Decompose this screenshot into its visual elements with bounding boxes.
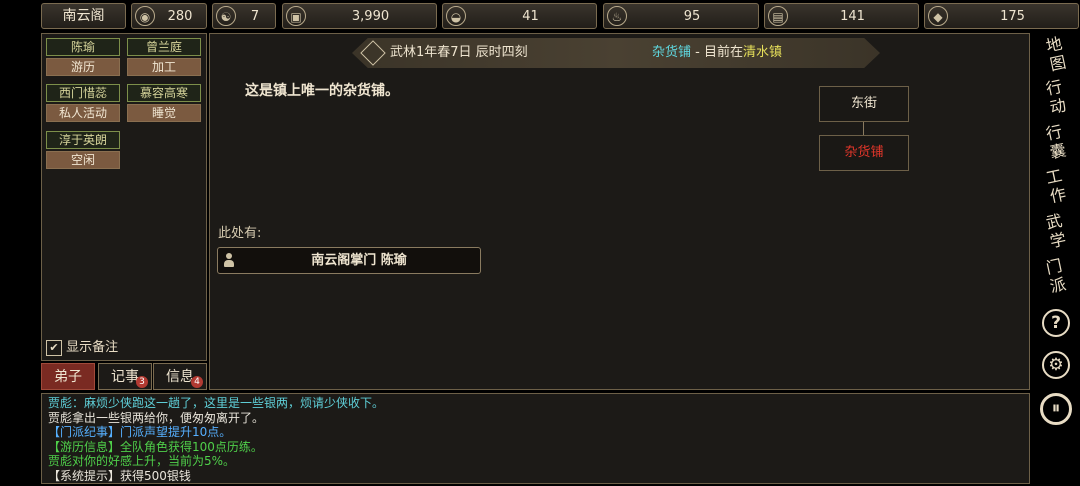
disciple-activity: 睡觉 [127, 104, 201, 122]
disciple-name: 陈瑜 [46, 38, 120, 56]
log-line: 贾彪拿出一些银两给你，便匆匆离开了。 [48, 410, 265, 425]
town-name: 清水镇 [743, 45, 783, 60]
map-node-east-street[interactable]: 东街 [819, 86, 909, 122]
location-name: 杂货铺 [652, 45, 692, 60]
stat-value: 7 [250, 9, 260, 24]
sidebar-bag[interactable]: 行囊 [1037, 122, 1075, 162]
checkbox-icon: ✔ [46, 340, 62, 356]
yin-yang-icon: ☯ [216, 6, 236, 26]
person-icon [223, 253, 235, 268]
map-node-current[interactable]: 杂货铺 [819, 135, 909, 171]
disciple-card[interactable]: 陈瑜 游历 [46, 38, 120, 78]
work-icon: 工作 [1044, 165, 1068, 207]
log-line: 贾彪对你的好感上升，当前为5%。 [48, 454, 236, 468]
stat-silver[interactable]: ◉ 280 [131, 3, 207, 29]
tab-records[interactable]: 记事 3 [98, 363, 152, 390]
stat-reputation[interactable]: ☯ 7 [212, 3, 276, 29]
copper-coin-icon: ▣ [286, 6, 306, 26]
sidebar-action[interactable]: 行动 [1037, 77, 1075, 117]
present-label: 此处有: [218, 226, 262, 241]
map-connector [863, 122, 864, 135]
stat-value: 3,990 [351, 9, 390, 24]
sidebar-help[interactable]: ? [1037, 304, 1075, 342]
location-header: 杂货铺 - 目前在清水镇 [652, 44, 782, 62]
location-description: 这是镇上唯一的杂货铺。 [245, 83, 399, 99]
log-line: 贾彪：麻烦少侠跑这一趟了，这里是一些银两，烦请少侠收下。 [48, 396, 385, 410]
tab-disciples[interactable]: 弟子 [41, 363, 95, 390]
disciple-activity: 加工 [127, 58, 201, 76]
ore-icon: ◆ [928, 6, 948, 26]
disciple-card[interactable]: 曾兰庭 加工 [127, 38, 201, 78]
stat-value: 280 [167, 9, 193, 24]
disciple-card[interactable]: 西门惜蕊 私人活动 [46, 84, 120, 124]
show-notes-toggle[interactable]: ✔ 显示备注 [46, 339, 118, 357]
stat-food[interactable]: ◒ 41 [442, 3, 597, 29]
disciple-name: 西门惜蕊 [46, 84, 120, 102]
sidebar-settings[interactable]: ⚙ [1037, 346, 1075, 384]
stat-value: 141 [840, 9, 865, 24]
location-prefix: 目前在 [703, 45, 743, 60]
settings-icon: ⚙ [1042, 351, 1070, 379]
log-line: 【门派纪事】门派声望提升10点。 [48, 425, 232, 439]
disciple-activity: 游历 [46, 58, 120, 76]
stat-copper[interactable]: ▣ 3,990 [282, 3, 437, 29]
disciple-name: 慕容高寒 [127, 84, 201, 102]
sect-name-label[interactable]: 南云阁 [41, 3, 126, 29]
bag-icon: 行囊 [1044, 121, 1068, 163]
disciple-name: 曾兰庭 [127, 38, 201, 56]
pause-icon: ⏸ [1040, 393, 1072, 425]
disciple-panel [41, 33, 207, 361]
disciple-activity: 私人活动 [46, 104, 120, 122]
stat-ore[interactable]: ◆ 175 [924, 3, 1079, 29]
disciple-activity: 空闲 [46, 151, 120, 169]
npc-name: 南云阁掌门 陈瑜 [311, 253, 407, 268]
sidebar-sect[interactable]: 门派 [1037, 256, 1075, 296]
game-date: 武林1年春7日 辰时四刻 [390, 45, 528, 60]
sect-icon: 门派 [1044, 255, 1068, 297]
coin-bag-icon: ◉ [135, 6, 155, 26]
tab-info[interactable]: 信息 4 [153, 363, 207, 390]
sidebar-work[interactable]: 工作 [1037, 166, 1075, 206]
map-icon: 地图 [1044, 33, 1068, 75]
message-log[interactable]: 贾彪：麻烦少侠跑这一趟了，这里是一些银两，烦请少侠收下。 贾彪拿出一些银两给你，… [41, 393, 1030, 484]
sidebar-pause[interactable]: ⏸ [1037, 390, 1075, 428]
info-badge: 4 [191, 376, 203, 388]
stat-herb[interactable]: ♨ 95 [603, 3, 759, 29]
rice-bowl-icon: ◒ [446, 6, 466, 26]
martial-arts-icon: 武学 [1044, 210, 1068, 252]
log-line: 【游历信息】全队角色获得100点历练。 [48, 439, 263, 454]
help-icon: ? [1042, 309, 1070, 337]
tab-info-label: 信息 [166, 369, 194, 385]
disciple-card[interactable]: 慕容高寒 睡觉 [127, 84, 201, 124]
location-separator: - [691, 45, 704, 60]
stat-value: 95 [683, 9, 701, 24]
npc-button[interactable]: 南云阁掌门 陈瑜 [217, 247, 481, 274]
stat-wood[interactable]: ▤ 141 [764, 3, 919, 29]
disciple-name: 淳于英朗 [46, 131, 120, 149]
action-icon: 行动 [1044, 76, 1068, 118]
sidebar-map[interactable]: 地图 [1037, 34, 1075, 74]
show-notes-label: 显示备注 [66, 340, 119, 355]
stat-value: 41 [522, 9, 539, 24]
tab-records-label: 记事 [111, 369, 139, 385]
wood-log-icon: ▤ [768, 6, 788, 26]
stat-value: 175 [1000, 9, 1025, 24]
herb-icon: ♨ [607, 6, 627, 26]
disciple-card[interactable]: 淳于英朗 空闲 [46, 131, 120, 171]
records-badge: 3 [136, 376, 148, 388]
log-line: 【系统提示】获得500银钱 [48, 468, 191, 483]
sidebar-martial-arts[interactable]: 武学 [1037, 211, 1075, 251]
